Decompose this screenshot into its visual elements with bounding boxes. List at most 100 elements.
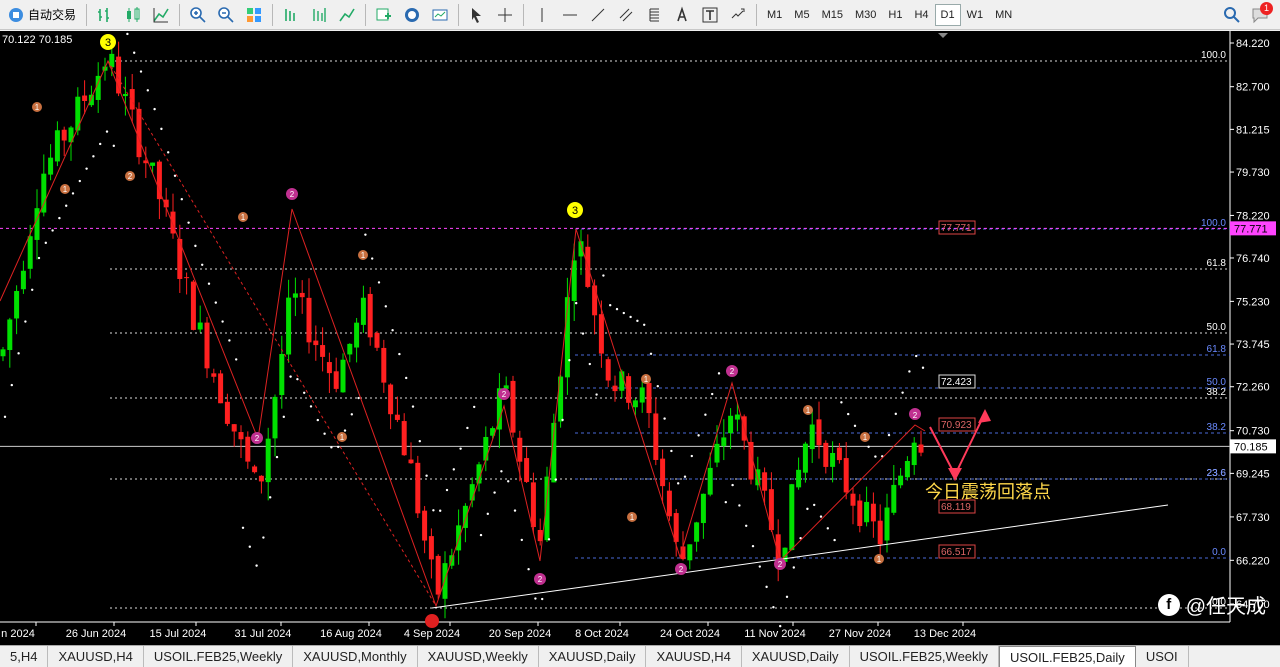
symbol-tab[interactable]: USOIL.FEB25,Weekly — [850, 646, 999, 667]
search-button[interactable] — [1220, 3, 1244, 27]
candle-body — [272, 396, 278, 439]
sar-dot — [670, 449, 673, 453]
symbol-tab[interactable]: USOIL.FEB25,Daily — [998, 646, 1136, 667]
wave-marker-label: 2 — [290, 190, 295, 199]
fibonacci-icon — [649, 8, 660, 21]
symbol-tab[interactable]: XAUUSD,H4 — [48, 646, 144, 667]
symbol-tab[interactable]: XAUUSD,Daily — [539, 646, 647, 667]
symbol-tab[interactable]: 5,H4 — [0, 646, 49, 667]
wave-marker-bottom — [425, 614, 439, 628]
candle-body — [190, 281, 196, 330]
candle-body — [898, 475, 904, 486]
sar-dot — [663, 417, 666, 420]
timeframe-h1[interactable]: H1 — [882, 4, 908, 26]
fib-blue-label: 61.8 — [1207, 344, 1227, 355]
price-level-label: 77.771 — [941, 223, 972, 234]
sar-dot — [500, 470, 503, 473]
symbol-tab[interactable]: USOIL.FEB25,Weekly — [144, 646, 294, 667]
wave-marker-label: 1 — [806, 406, 811, 415]
candle-body — [82, 95, 88, 101]
date-tick-label: 16 Aug 2024 — [320, 628, 382, 640]
scroll-chart-button[interactable] — [279, 3, 303, 27]
sar-dot — [840, 401, 843, 404]
channel-tool[interactable] — [614, 3, 638, 27]
crosshair-tool[interactable] — [493, 3, 517, 27]
bar-chart-button[interactable] — [93, 3, 117, 27]
fibonacci-tool[interactable] — [642, 3, 666, 27]
fib-blue-label: 23.6 — [1207, 468, 1227, 479]
sar-dot — [779, 624, 782, 628]
candle-body — [27, 236, 33, 269]
wave-marker-label: 2 — [730, 367, 735, 376]
cursor-tool[interactable] — [465, 3, 489, 27]
sar-dot — [445, 488, 449, 492]
candle-body — [816, 419, 822, 446]
sar-dot — [10, 383, 13, 387]
candle-body — [354, 322, 360, 348]
symbol-tab[interactable]: XAUUSD,H4 — [646, 646, 742, 667]
text-label-tool[interactable] — [698, 3, 722, 27]
sar-dot — [541, 597, 544, 601]
sar-dot — [704, 413, 707, 416]
candlestick-button[interactable] — [121, 3, 145, 27]
candle-body — [802, 443, 808, 473]
price-chart[interactable]: 84.220 82.700 81.215 79.730 78.220 76.740 75.2… — [0, 13, 1280, 645]
zoom-in-button[interactable] — [186, 3, 210, 27]
timeframe-d1[interactable]: D1 — [934, 3, 961, 26]
clock-button[interactable] — [400, 3, 424, 27]
sar-dot — [180, 198, 183, 201]
bid-ask-readout: 70.122 70.185 — [2, 34, 73, 46]
sar-dot — [751, 544, 755, 548]
sar-dot — [350, 413, 353, 416]
sar-dot — [221, 320, 224, 323]
trendline-tool[interactable] — [586, 3, 610, 27]
timeframe-m5[interactable]: M5 — [788, 4, 815, 26]
sar-dot — [915, 354, 918, 358]
timeframe-m15[interactable]: M15 — [816, 4, 849, 26]
timeframe-h4[interactable]: H4 — [908, 4, 934, 26]
price-tick-label: 84.220 — [1236, 38, 1270, 50]
purple-level-value: 77.771 — [1234, 223, 1268, 235]
sar-dot — [894, 412, 897, 416]
text-tool[interactable] — [670, 3, 694, 27]
sar-dot — [534, 597, 537, 600]
notifications-button[interactable]: 1 — [1248, 1, 1273, 27]
horizontal-line-tool[interactable] — [558, 3, 582, 27]
tile-windows-button[interactable] — [242, 3, 266, 27]
price-level-label: 68.119 — [941, 502, 971, 513]
sar-dot — [384, 305, 387, 308]
price-tick-label: 75.230 — [1236, 296, 1270, 308]
timeframe-mn[interactable]: MN — [989, 4, 1018, 26]
price-tick-label: 72.260 — [1236, 382, 1270, 394]
timeframe-w1[interactable]: W1 — [961, 4, 990, 26]
auto-trading-button[interactable]: 自动交易 — [2, 3, 82, 27]
sar-dot — [683, 475, 687, 478]
timeframe-m1[interactable]: M1 — [761, 4, 788, 26]
templates-button[interactable] — [428, 3, 452, 27]
sar-dot — [643, 323, 646, 326]
author-watermark: f @任天成 — [1157, 590, 1266, 619]
chart-shift-marker — [938, 33, 948, 38]
symbol-tab[interactable]: XAUUSD,Weekly — [418, 646, 539, 667]
autoscroll-button[interactable] — [307, 3, 331, 27]
sar-dot — [357, 396, 360, 400]
sar-dot — [785, 595, 789, 599]
sar-dot — [303, 391, 306, 394]
zoom-out-button[interactable] — [214, 3, 238, 27]
candle-body — [870, 503, 876, 522]
candle-body — [877, 520, 883, 545]
date-tick-label: 4 Sep 2024 — [404, 628, 460, 640]
symbol-tab[interactable]: XAUUSD,Monthly — [293, 646, 418, 667]
arrows-tool[interactable] — [726, 3, 750, 27]
symbol-tab[interactable]: XAUUSD,Daily — [742, 646, 850, 667]
crosshair-icon — [498, 7, 513, 22]
candle-body — [571, 260, 577, 301]
indicators-button[interactable] — [372, 3, 396, 27]
symbol-tab[interactable]: USOI — [1136, 646, 1189, 667]
date-tick-label: 8 Oct 2024 — [575, 628, 629, 640]
line-chart-button[interactable] — [149, 3, 173, 27]
timeframe-m30[interactable]: M30 — [849, 4, 882, 26]
period-separators-button[interactable] — [335, 3, 359, 27]
vertical-line-tool[interactable] — [530, 3, 554, 27]
wave-marker-label: 1 — [863, 433, 868, 442]
